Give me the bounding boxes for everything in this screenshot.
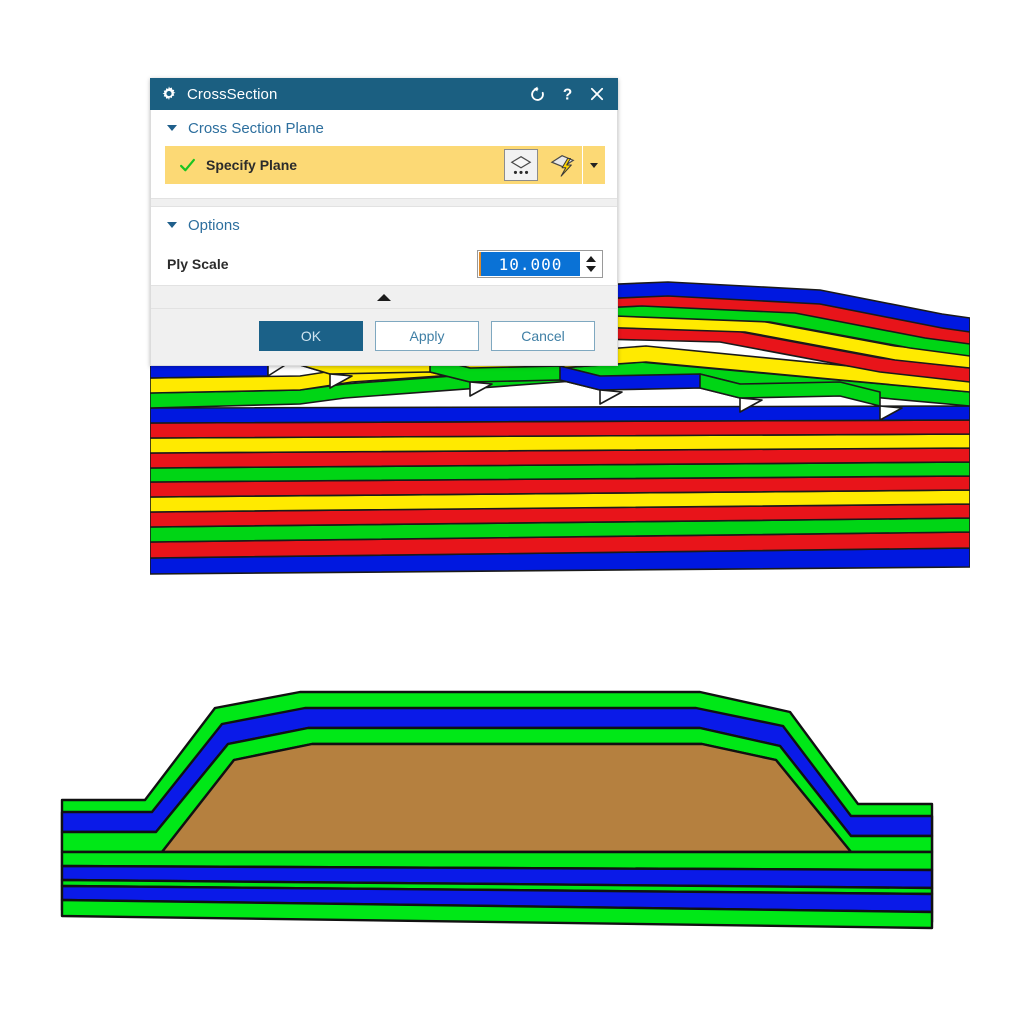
help-icon[interactable]: ? [558,85,576,103]
section-options: Options Ply Scale 10.000 [151,207,617,285]
gear-icon [162,86,176,100]
section-cross-section-plane: Cross Section Plane Specify Plane [151,110,617,198]
plane-points-icon[interactable] [504,149,538,181]
lower-core-sandwich-cross-section [60,690,934,930]
ply-scale-input[interactable]: 10.000 [479,252,580,276]
ply-scale-stepper[interactable]: 10.000 [477,250,603,278]
specify-plane-row-wrap: Specify Plane [151,146,617,198]
specify-plane-label: Specify Plane [206,157,298,173]
cancel-button[interactable]: Cancel [491,321,595,351]
dialog-body: Cross Section Plane Specify Plane Option… [150,110,618,309]
cross-section-dialog: CrossSection ? Cross Section Plane Speci… [150,78,618,366]
ok-button[interactable]: OK [259,321,363,351]
stepper-up-icon[interactable] [586,256,596,262]
chevron-down-icon [167,125,177,131]
section-title-cross-section-plane: Cross Section Plane [188,119,324,137]
ply-scale-row: Ply Scale 10.000 [151,243,617,285]
section-divider [151,198,617,207]
section-header-cross-section-plane[interactable]: Cross Section Plane [151,110,617,146]
titlebar-buttons: ? [528,85,606,103]
section-title-options: Options [188,216,240,234]
collapse-panel-handle[interactable] [151,285,617,309]
dialog-footer: OK Apply Cancel [150,309,618,366]
stepper-down-icon[interactable] [586,266,596,272]
ply-scale-label: Ply Scale [167,256,229,272]
dialog-title: CrossSection [187,85,278,103]
ply-scale-arrows [580,251,602,277]
svg-text:?: ? [562,86,571,102]
close-icon[interactable] [588,85,606,103]
chevron-down-icon [590,162,598,168]
plane-bolt-icon[interactable] [544,146,582,184]
green-check-icon [180,158,195,171]
specify-plane-selector[interactable]: Specify Plane [165,146,504,184]
dialog-titlebar: CrossSection ? [150,78,618,110]
chevron-down-icon [167,222,177,228]
apply-button[interactable]: Apply [375,321,479,351]
core-material [160,742,853,854]
section-header-options[interactable]: Options [151,207,617,243]
collapse-up-arrow-icon [377,293,391,301]
reset-icon[interactable] [528,85,546,103]
specify-plane-row: Specify Plane [165,146,605,184]
base-laminate-plies [150,405,970,575]
plane-dropdown-chevron-down-icon[interactable] [582,146,605,184]
